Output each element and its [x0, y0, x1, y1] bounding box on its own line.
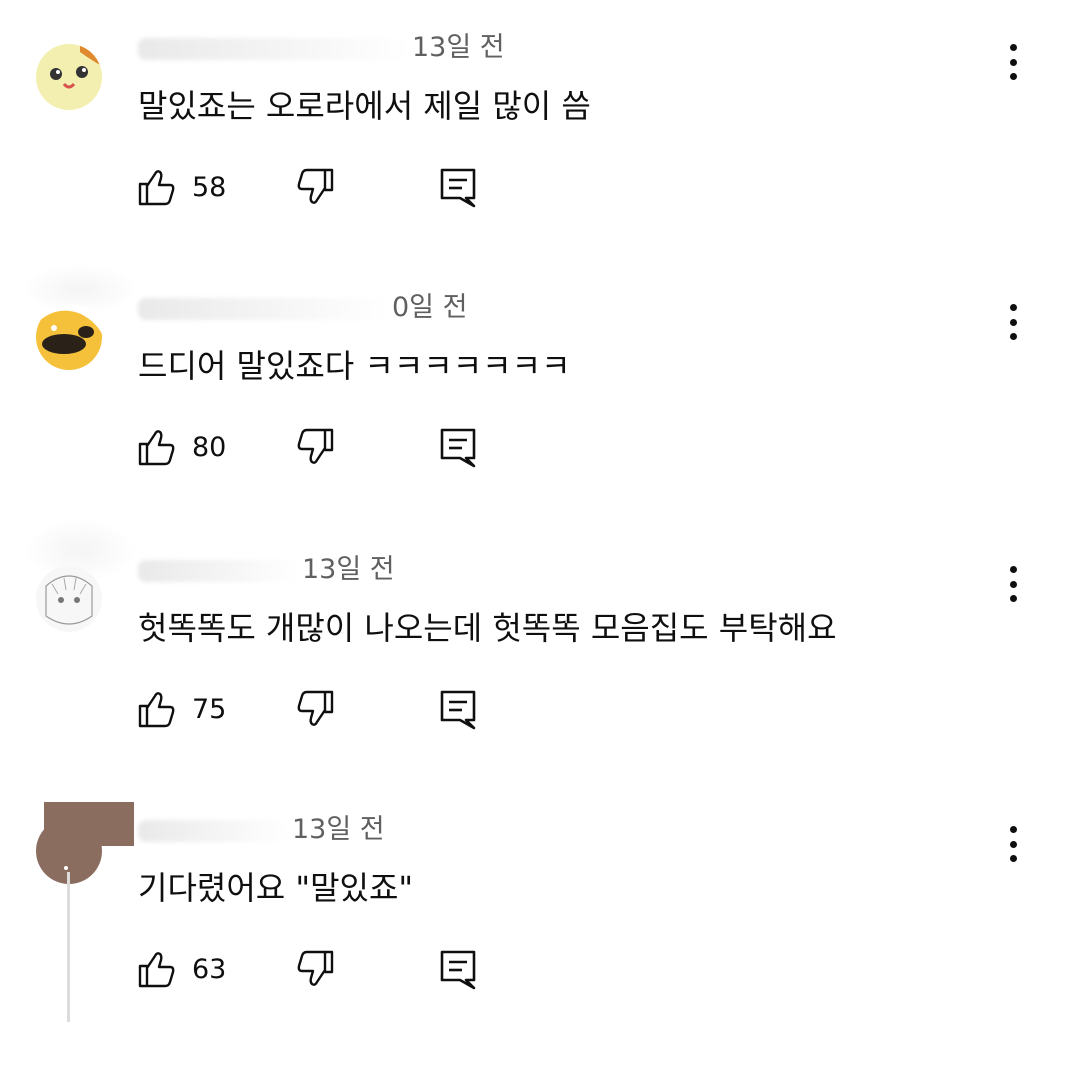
reply-icon	[440, 428, 476, 468]
thread-line	[67, 872, 70, 1022]
more-vertical-icon[interactable]	[998, 820, 1028, 868]
comment-meta: 13일 전	[138, 812, 385, 848]
comment-text: 말있죠는 오로라에서 제일 많이 씀	[138, 87, 591, 125]
more-vertical-icon[interactable]	[998, 560, 1028, 608]
author-name-redacted[interactable]	[138, 37, 408, 60]
like-button[interactable]: 80	[136, 422, 226, 472]
comment-actions: 63	[136, 944, 536, 994]
comment-text: 헛똑똑도 개많이 나오는데 헛똑똑 모음집도 부탁해요	[138, 609, 837, 647]
like-count: 58	[192, 171, 227, 203]
avatar[interactable]	[36, 566, 102, 632]
like-button[interactable]: 75	[136, 684, 226, 734]
thumbs-down-icon	[297, 950, 334, 986]
reply-button[interactable]	[438, 422, 478, 472]
like-button[interactable]: 58	[136, 162, 226, 212]
comment-time: 0일 전	[392, 292, 468, 323]
comment: 0일 전 드디어 말있죠다 ㅋㅋㅋㅋㅋㅋㅋ 80	[0, 264, 1080, 564]
comment-meta: 13일 전	[138, 552, 395, 588]
comment: 13일 전 기다렸어요 "말있죠" 63	[0, 802, 1080, 1086]
like-count: 75	[192, 693, 227, 725]
thumbs-up-icon	[138, 170, 175, 206]
thumbs-down-icon	[297, 168, 334, 204]
like-count: 63	[192, 953, 227, 985]
reply-button[interactable]	[438, 944, 478, 994]
comment-meta: 13일 전	[138, 30, 505, 66]
author-name-redacted[interactable]	[138, 559, 298, 582]
avatar[interactable]	[36, 304, 102, 370]
avatar[interactable]	[36, 44, 102, 110]
comment-time: 13일 전	[412, 32, 505, 63]
comment: 13일 전 말있죠는 오로라에서 제일 많이 씀 58	[0, 32, 1080, 304]
dislike-button[interactable]	[294, 684, 336, 734]
dislike-button[interactable]	[294, 944, 336, 994]
comment-text: 기다렸어요 "말있죠"	[138, 869, 414, 907]
avatar-image-icon	[36, 304, 102, 370]
like-button[interactable]: 63	[136, 944, 226, 994]
comment-text: 드디어 말있죠다 ㅋㅋㅋㅋㅋㅋㅋ	[138, 347, 571, 385]
comment-actions: 58	[136, 162, 536, 212]
comment-time: 13일 전	[292, 814, 385, 845]
dislike-button[interactable]	[294, 162, 336, 212]
reply-icon	[440, 950, 476, 990]
avatar-image-icon	[36, 44, 102, 110]
reply-button[interactable]	[438, 162, 478, 212]
avatar-image-icon	[36, 566, 102, 632]
dislike-button[interactable]	[294, 422, 336, 472]
reply-button[interactable]	[438, 684, 478, 734]
reply-icon	[440, 690, 476, 730]
author-name-redacted[interactable]	[138, 819, 288, 842]
more-vertical-icon[interactable]	[998, 298, 1028, 346]
thumbs-down-icon	[297, 428, 334, 464]
reply-icon	[440, 168, 476, 208]
author-name-redacted[interactable]	[138, 297, 388, 320]
thumbs-up-icon	[138, 692, 175, 728]
comment-actions: 80	[136, 422, 536, 472]
like-count: 80	[192, 431, 227, 463]
comment-meta: 0일 전	[138, 290, 467, 326]
thumbs-up-icon	[138, 952, 175, 988]
more-vertical-icon[interactable]	[998, 38, 1028, 86]
comment: 13일 전 헛똑똑도 개많이 나오는데 헛똑똑 모음집도 부탁해요 75	[0, 518, 1080, 826]
comment-time: 13일 전	[302, 554, 395, 585]
thumbs-up-icon	[138, 430, 175, 466]
thumbs-down-icon	[297, 690, 334, 726]
comment-actions: 75	[136, 684, 536, 734]
